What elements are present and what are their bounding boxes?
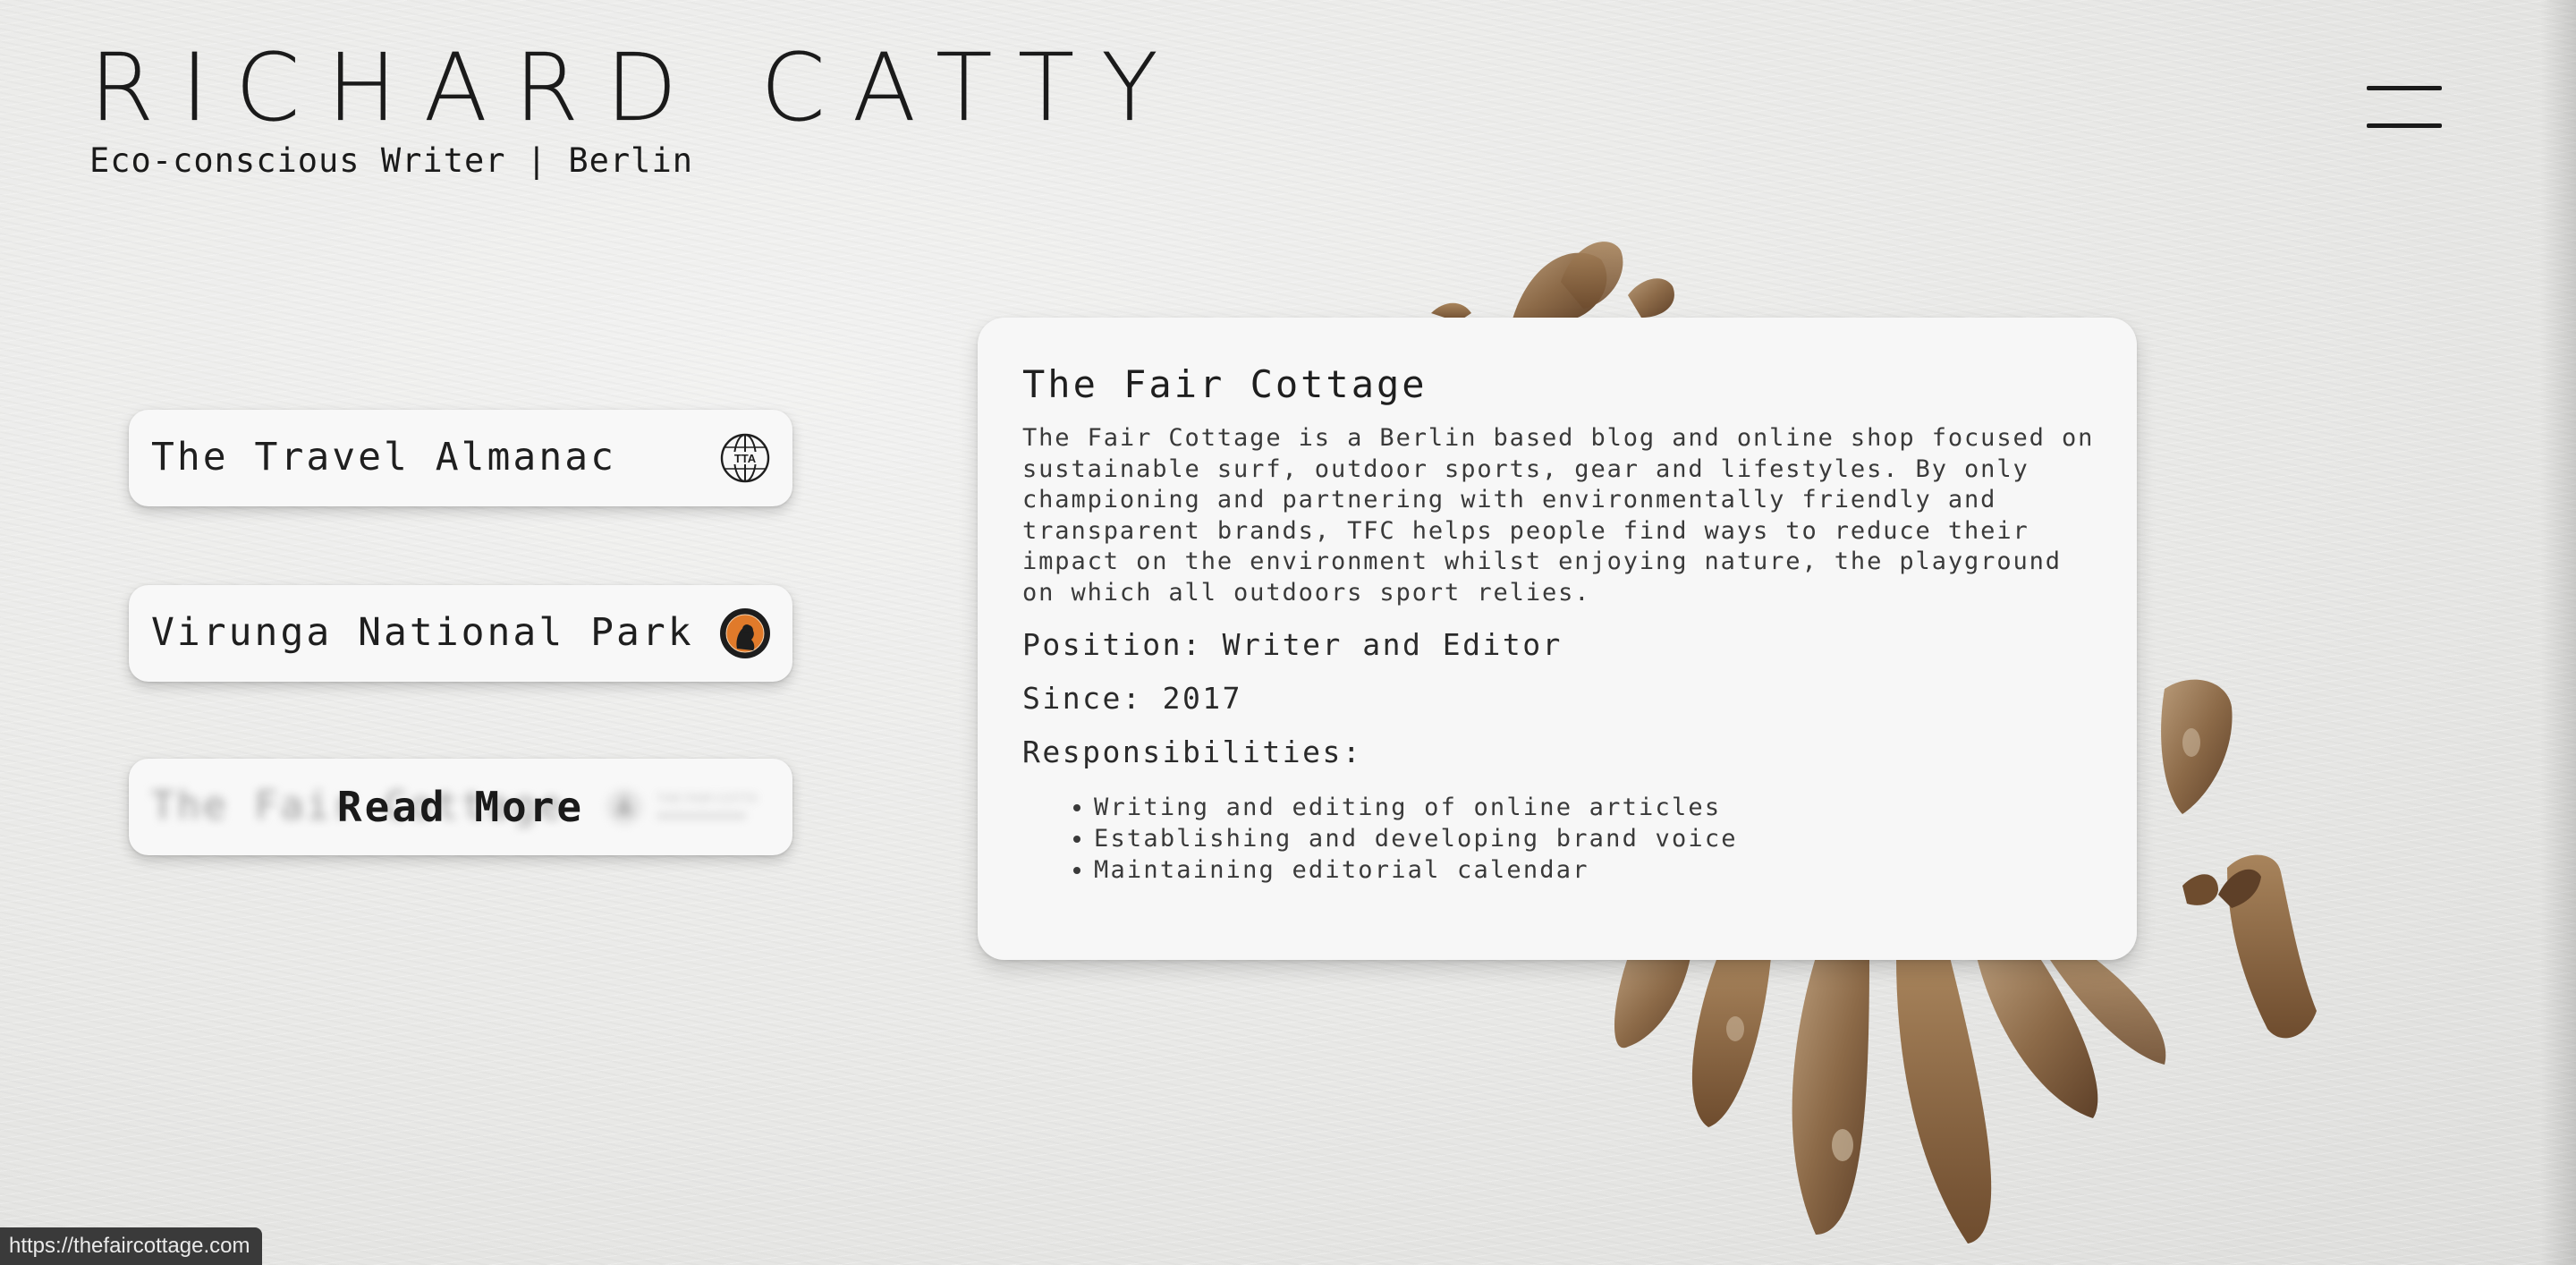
gorilla-badge-icon [720,608,770,658]
card-the-travel-almanac[interactable]: The Travel Almanac TTA [129,410,792,506]
list-item: Maintaining editorial calendar [1094,854,1738,886]
detail-since: Since: 2017 [1022,681,1243,716]
detail-position: Position: Writer and Editor [1022,627,1563,662]
site-subtitle: Eco-conscious Writer | Berlin [89,141,694,180]
menu-bar-bottom [2367,123,2442,128]
detail-panel: The Fair Cottage The Fair Cottage is a B… [978,318,2137,960]
read-more-button[interactable]: Read More [129,759,792,855]
hamburger-menu-icon[interactable] [2367,86,2442,131]
list-item: Writing and editing of online articles [1094,792,1738,823]
globe-logo-icon: TTA [720,433,770,483]
card-the-fair-cottage[interactable]: The Fair Cottage THE FAIR COTTAGE Read M… [129,759,792,855]
svg-text:TTA: TTA [734,452,757,465]
detail-description: The Fair Cottage is a Berlin based blog … [1022,424,2095,607]
page-edge-shadow [2540,0,2576,1265]
menu-bar-top [2367,86,2442,90]
site-title[interactable]: RICHARD CATTY [89,41,1185,134]
detail-title: The Fair Cottage [1022,362,1428,406]
list-item: Establishing and developing brand voice [1094,823,1738,854]
responsibilities-list: Writing and editing of online articles E… [1022,792,1738,886]
card-label: The Travel Almanac [151,435,616,480]
detail-responsibilities-label: Responsibilities: [1022,734,1363,769]
card-label: Virunga National Park [151,610,694,655]
status-bar-url: https://thefaircottage.com [0,1227,263,1265]
card-virunga-national-park[interactable]: Virunga National Park [129,585,792,682]
